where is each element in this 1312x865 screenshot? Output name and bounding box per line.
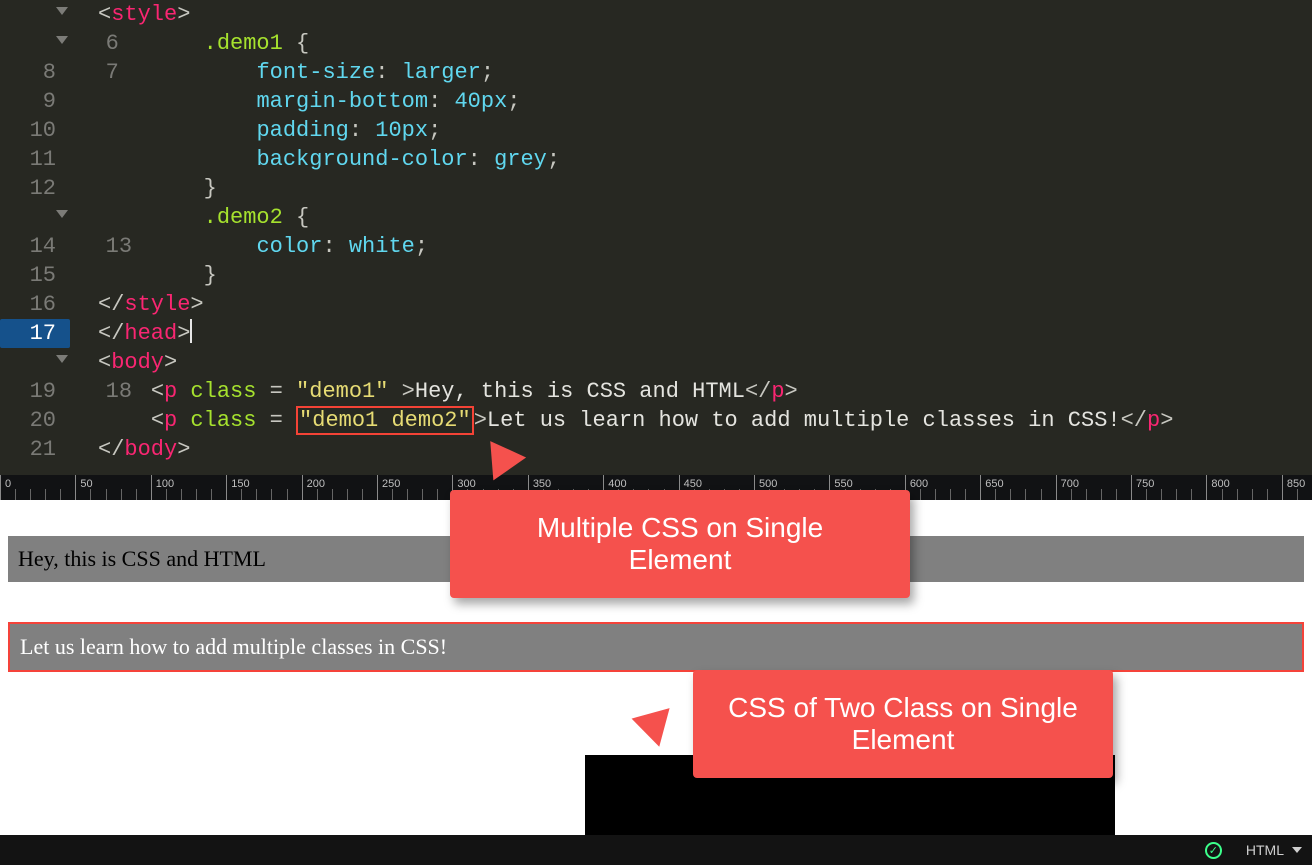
fold-icon[interactable] [56, 210, 68, 218]
annotation-callout-2: CSS of Two Class on SingleElement [693, 670, 1113, 778]
line-number: 12 [0, 174, 70, 203]
status-ok-icon[interactable]: ✓ [1205, 842, 1222, 859]
line-number: 11 [0, 145, 70, 174]
code-line[interactable]: 7 .demo1 { [0, 29, 1312, 58]
code-line[interactable]: 19 <p class = "demo1" >Hey, this is CSS … [0, 377, 1312, 406]
preview-paragraph-2: Let us learn how to add multiple classes… [10, 624, 1302, 670]
line-number: 19 [0, 377, 70, 406]
fold-icon[interactable] [56, 7, 68, 15]
code-line[interactable]: 21 </body> [0, 435, 1312, 464]
highlight-frame: Let us learn how to add multiple classes… [8, 622, 1304, 672]
status-bar: ✓ HTML [0, 835, 1312, 865]
line-number: 7 [0, 29, 70, 58]
annotation-callout-1: Multiple CSS on SingleElement [450, 490, 910, 598]
code-line[interactable]: 16 </style> [0, 290, 1312, 319]
text-cursor [190, 319, 192, 343]
code-line[interactable]: 9 margin-bottom: 40px; [0, 87, 1312, 116]
line-number: 9 [0, 87, 70, 116]
line-number: 18 [0, 348, 70, 377]
line-number: 15 [0, 261, 70, 290]
code-line[interactable]: 10 padding: 10px; [0, 116, 1312, 145]
code-line[interactable]: 14 color: white; [0, 232, 1312, 261]
line-number: 13 [0, 203, 70, 232]
chevron-down-icon [1292, 847, 1302, 853]
line-number: 14 [0, 232, 70, 261]
fold-icon[interactable] [56, 36, 68, 44]
line-number: 21 [0, 435, 70, 464]
code-line[interactable]: 15 } [0, 261, 1312, 290]
code-line[interactable]: 20 <p class = "demo1 demo2">Let us learn… [0, 406, 1312, 435]
language-selector[interactable]: HTML [1246, 842, 1302, 858]
code-editor[interactable]: 6 <style> 7 .demo1 { 8 font-size: larger… [0, 0, 1312, 475]
fold-icon[interactable] [56, 355, 68, 363]
line-number: 8 [0, 58, 70, 87]
line-number: 20 [0, 406, 70, 435]
code-line[interactable]: 18 <body> [0, 348, 1312, 377]
highlight-box: "demo1 demo2" [296, 406, 474, 435]
code-line[interactable]: 11 background-color: grey; [0, 145, 1312, 174]
line-number: 17 [0, 319, 70, 348]
line-number: 6 [0, 0, 70, 29]
code-line[interactable]: 17 </head> [0, 319, 1312, 348]
code-line[interactable]: 12 } [0, 174, 1312, 203]
code-line[interactable]: 6 <style> [0, 0, 1312, 29]
code-line[interactable]: 8 font-size: larger; [0, 58, 1312, 87]
code-line[interactable]: 13 .demo2 { [0, 203, 1312, 232]
line-number: 10 [0, 116, 70, 145]
line-number: 16 [0, 290, 70, 319]
